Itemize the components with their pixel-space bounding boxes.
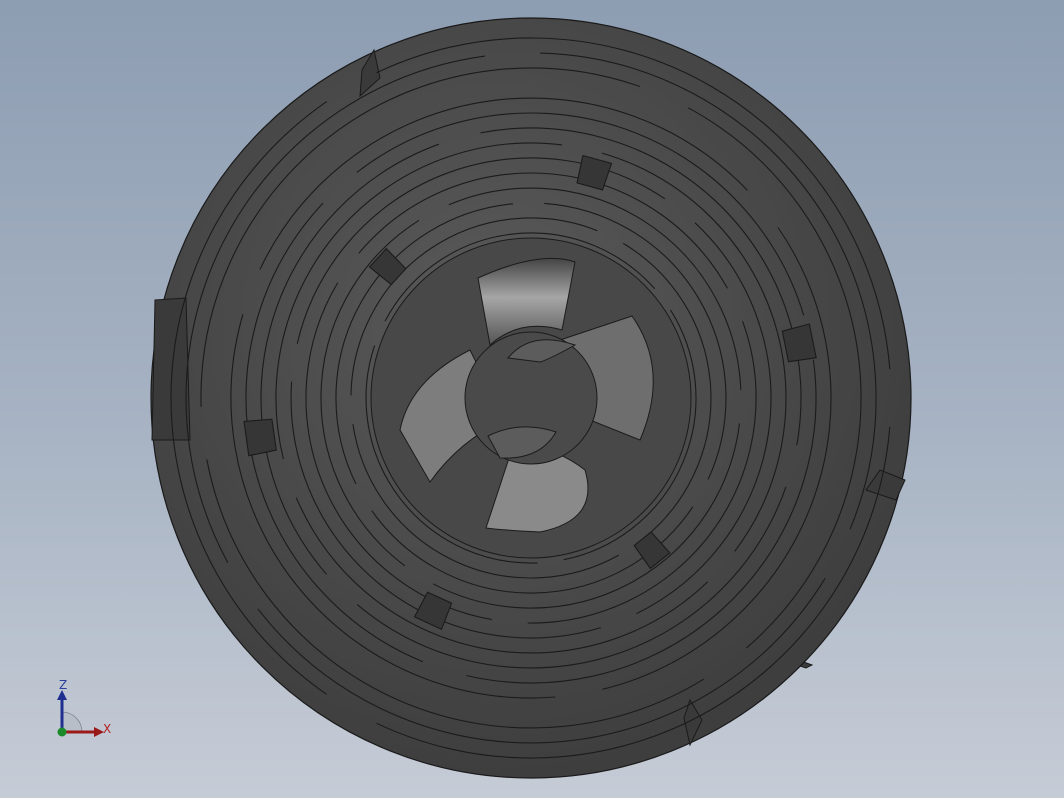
coordinate-triad: Z X — [40, 672, 130, 752]
axis-label-z: Z — [59, 678, 68, 692]
axis-label-x: X — [103, 722, 112, 736]
3d-model-spiral-disc[interactable] — [0, 0, 1064, 798]
groove-step — [243, 418, 277, 457]
triad-axes-icon — [57, 690, 104, 737]
graphics-viewport[interactable]: Z X — [0, 0, 1064, 798]
